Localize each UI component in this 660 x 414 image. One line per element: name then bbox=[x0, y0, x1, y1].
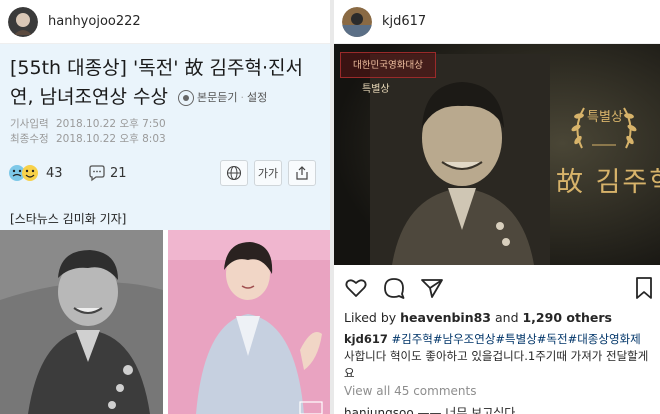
event-logo: 대한민국영화대상 bbox=[340, 52, 436, 78]
left-post: hanhyojoo222 [55th 대종상] '독전' 故 김주혁·진서연, … bbox=[0, 0, 330, 414]
globe-icon bbox=[226, 165, 242, 181]
award-label: 특별상 bbox=[587, 110, 623, 125]
font-size-button[interactable]: 가가 bbox=[254, 160, 282, 186]
special-award-tag: 특별상 bbox=[362, 84, 390, 95]
caption-username[interactable]: kjd617 bbox=[344, 332, 388, 346]
likes-count-link[interactable]: 1,290 others bbox=[522, 310, 611, 325]
article-photo bbox=[0, 230, 330, 414]
reporter-byline: [스타뉴스 김미화 기자] bbox=[10, 212, 127, 226]
caption-hashtags[interactable]: #김주혁#남우조연상#특별상#독전#대종상영화제 bbox=[391, 332, 640, 346]
listen-label: 본문듣기 bbox=[197, 91, 238, 104]
modified-label: 최종수정 bbox=[10, 133, 49, 145]
article-title: [55th 대종상] '독전' 故 김주혁·진서연, 남녀조연상 수상 본문듣기… bbox=[10, 54, 322, 112]
likes-summary: Liked by heavenbin83 and 1,290 others bbox=[344, 310, 612, 325]
post-actions bbox=[334, 270, 660, 306]
published-info: 기사입력 2018.10.22 오후 7:50 bbox=[10, 116, 166, 131]
article-toolbar: 43 21 가가 bbox=[0, 156, 330, 190]
comment-icon[interactable] bbox=[382, 276, 406, 300]
reaction-button[interactable]: 43 bbox=[8, 164, 63, 182]
settings-label[interactable]: 설정 bbox=[247, 83, 267, 112]
speaker-icon bbox=[178, 89, 195, 106]
comment-item: hanjungsoo —— 너무 보고싶다 bbox=[344, 406, 516, 414]
likes-prefix: Liked by bbox=[344, 310, 401, 325]
listen-button[interactable]: 본문듣기 · 설정 bbox=[178, 83, 267, 112]
likes-middle: and bbox=[491, 310, 523, 325]
comment-count: 21 bbox=[110, 165, 127, 181]
avatar[interactable] bbox=[8, 6, 38, 37]
share-icon bbox=[296, 166, 308, 180]
caption-text: 사합니다 혁이도 좋아하고 있을겁니다.1주기때 가져가 전달할게요 bbox=[344, 349, 649, 380]
right-post: kjd617 대한민국영화대상 특별상 특별상 故 김주 Liked by he… bbox=[334, 0, 660, 414]
post-header: hanhyojoo222 bbox=[0, 0, 330, 44]
post-header: kjd617 bbox=[334, 0, 660, 44]
published-label: 기사입력 bbox=[10, 118, 49, 130]
emoji-reaction-icon bbox=[9, 165, 38, 181]
avatar[interactable] bbox=[342, 6, 372, 37]
share-icon[interactable] bbox=[420, 276, 444, 300]
likes-user-link[interactable]: heavenbin83 bbox=[400, 310, 491, 325]
modified-value: 2018.10.22 오후 8:03 bbox=[55, 133, 166, 145]
view-comments-link[interactable]: View all 45 comments bbox=[344, 384, 476, 398]
username[interactable]: kjd617 bbox=[382, 14, 426, 29]
share-button[interactable] bbox=[288, 160, 316, 186]
published-value: 2018.10.22 오후 7:50 bbox=[55, 118, 166, 130]
speech-bubble-icon bbox=[89, 165, 105, 182]
post-image[interactable]: 대한민국영화대상 특별상 특별상 故 김주혁 bbox=[334, 44, 660, 265]
comment-button[interactable]: 21 bbox=[88, 164, 127, 182]
heart-icon[interactable] bbox=[344, 276, 368, 300]
honoree-name: 故 김주혁 bbox=[556, 167, 660, 198]
reaction-count: 43 bbox=[46, 165, 63, 181]
modified-info: 최종수정 2018.10.22 오후 8:03 bbox=[10, 131, 166, 146]
globe-button[interactable] bbox=[220, 160, 248, 186]
post-caption: kjd617 #김주혁#남우조연상#특별상#독전#대종상영화제 사합니다 혁이도… bbox=[344, 331, 654, 382]
article-screenshot: [55th 대종상] '독전' 故 김주혁·진서연, 남녀조연상 수상 본문듣기… bbox=[0, 44, 330, 414]
bookmark-icon[interactable] bbox=[634, 276, 654, 300]
username[interactable]: hanhyojoo222 bbox=[48, 14, 141, 29]
